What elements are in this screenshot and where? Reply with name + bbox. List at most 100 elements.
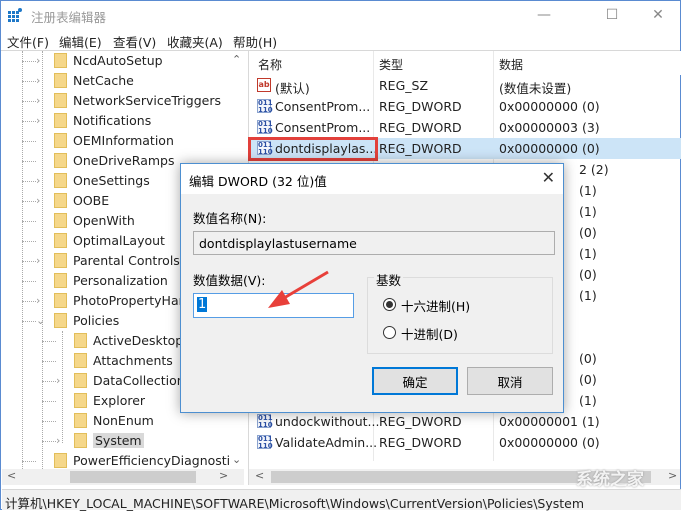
chevron-right-icon[interactable]: ›: [36, 294, 46, 307]
chevron-right-icon[interactable]: ›: [36, 174, 46, 187]
dialog-title: 编辑 DWORD (32 位)值: [189, 174, 327, 189]
tree-guide-line: [22, 81, 36, 82]
folder-icon: [54, 73, 67, 88]
folder-icon: [54, 253, 67, 268]
tree-item[interactable]: PowerEfficiencyDiagnostics: [2, 451, 243, 471]
menu-file[interactable]: 文件(F): [7, 32, 49, 51]
minimize-button[interactable]: —: [521, 1, 567, 29]
window-title: 注册表编辑器: [31, 10, 107, 25]
list-row[interactable]: 011 110 undockwithout... REG_DWORD 0x0000000…: [249, 411, 681, 432]
chevron-right-icon[interactable]: ›: [36, 254, 46, 267]
binary-value-icon: 011 110: [257, 435, 273, 450]
tree-item-label: Personalization: [73, 273, 168, 288]
folder-icon: [54, 213, 67, 228]
cell-data: (1): [579, 183, 597, 198]
chevron-right-icon[interactable]: ›: [56, 374, 66, 387]
tree-guide-line: [22, 221, 36, 222]
chevron-right-icon[interactable]: ›: [36, 114, 46, 127]
tree-item[interactable]: › Notifications: [2, 111, 230, 131]
chevron-right-icon[interactable]: ›: [36, 194, 46, 207]
radio-hex[interactable]: [383, 298, 396, 311]
column-name[interactable]: 名称: [258, 56, 282, 73]
list-row[interactable]: ab (默认) REG_SZ (数值未设置): [249, 75, 681, 96]
tree-item-label: Explorer: [93, 393, 146, 408]
scroll-thumb[interactable]: [70, 471, 196, 483]
maximize-button[interactable]: ☐: [589, 1, 635, 29]
folder-icon: [54, 53, 67, 68]
tree-item-label: OneSettings: [73, 173, 150, 188]
cell-data: 0x00000001 (1): [499, 414, 600, 429]
tree-item-label: Attachments: [93, 353, 173, 368]
cell-data: (0): [579, 267, 597, 282]
tree-item[interactable]: OEMInformation: [2, 131, 230, 151]
list-row[interactable]: 011 110 ValidateAdmin... REG_DWORD 0x0000000…: [249, 432, 681, 453]
list-row[interactable]: 011 110 ConsentProm... REG_DWORD 0x00000003 …: [249, 117, 681, 138]
folder-icon: [54, 93, 67, 108]
radio-decimal-label[interactable]: 十进制(D): [401, 324, 458, 343]
menu-edit[interactable]: 编辑(E): [59, 32, 102, 51]
chevron-right-icon[interactable]: ›: [56, 434, 66, 447]
folder-icon: [54, 113, 67, 128]
chevron-right-icon[interactable]: ›: [36, 54, 46, 67]
folder-icon: [74, 393, 87, 408]
cell-data: (0): [579, 372, 597, 387]
tree-item[interactable]: › NcdAutoSetup: [2, 51, 230, 71]
scroll-down-icon[interactable]: ⌄: [232, 453, 241, 466]
tree-item-label: NcdAutoSetup: [73, 53, 163, 68]
tree-guide-line: [42, 381, 56, 382]
base-group-label: 基数: [374, 270, 404, 289]
ok-button[interactable]: 确定: [372, 367, 458, 395]
tree-item[interactable]: › NetCache: [2, 71, 230, 91]
cell-data: (数值未设置): [499, 81, 572, 96]
chevron-right-icon[interactable]: ›: [36, 74, 46, 87]
folder-icon: [74, 433, 87, 448]
folder-icon: [54, 273, 67, 288]
radio-decimal[interactable]: [383, 326, 396, 339]
tree-guide-line: [22, 321, 36, 322]
tree-item-label: OEMInformation: [73, 133, 174, 148]
list-row[interactable]: 011 110 ConsentProm... REG_DWORD 0x00000000 …: [249, 96, 681, 117]
tree-item-label: PowerEfficiencyDiagnostics: [73, 453, 244, 468]
chevron-down-icon[interactable]: ⌄: [36, 314, 46, 327]
column-type[interactable]: 类型: [379, 56, 403, 73]
tree-item[interactable]: NonEnum: [2, 411, 230, 431]
close-button[interactable]: ✕: [635, 1, 681, 29]
cell-type: REG_DWORD: [379, 99, 462, 114]
scroll-left-icon[interactable]: <: [7, 469, 16, 482]
tree-guide-line: [22, 281, 36, 282]
scroll-left-icon[interactable]: <: [255, 469, 264, 482]
cell-type: REG_DWORD: [379, 120, 462, 135]
cancel-button[interactable]: 取消: [467, 367, 553, 395]
folder-icon: [54, 153, 67, 168]
scroll-up-icon[interactable]: ⌃: [232, 53, 241, 66]
tree-guide-line: [42, 361, 56, 362]
scroll-right-icon[interactable]: >: [668, 469, 677, 482]
tree-item[interactable]: › NetworkServiceTriggers: [2, 91, 230, 111]
tree-guide-line: [22, 201, 36, 202]
radio-hex-label[interactable]: 十六进制(H): [401, 296, 470, 315]
highlight-annotation-box: [248, 137, 378, 161]
tree-guide-line: [22, 141, 36, 142]
folder-icon: [54, 313, 67, 328]
minimize-icon: —: [537, 7, 551, 23]
dialog-close-button[interactable]: ✕: [542, 168, 555, 187]
cell-type: REG_DWORD: [379, 141, 462, 156]
menu-view[interactable]: 查看(V): [113, 32, 156, 51]
tree-item[interactable]: › System: [2, 431, 230, 451]
tree-guide-line: [22, 61, 36, 62]
tree-horizontal-scrollbar[interactable]: < >: [2, 469, 244, 485]
chevron-right-icon[interactable]: ›: [36, 94, 46, 107]
cell-data: (0): [579, 351, 597, 366]
tree-guide-line: [22, 181, 36, 182]
cell-type: REG_DWORD: [379, 414, 462, 429]
scroll-right-icon[interactable]: >: [219, 469, 228, 482]
menu-help[interactable]: 帮助(H): [233, 32, 277, 51]
cell-data: (1): [579, 393, 597, 408]
folder-icon: [74, 373, 87, 388]
column-data[interactable]: 数据: [499, 56, 523, 73]
annotation-arrow-icon: [268, 270, 329, 308]
tree-item-label: OOBE: [73, 193, 110, 208]
menu-favorites[interactable]: 收藏夹(A): [167, 32, 223, 51]
dialog-title-bar: 编辑 DWORD (32 位)值 ✕: [181, 164, 563, 194]
tree-item-label: PhotoPropertyHan: [73, 293, 187, 308]
